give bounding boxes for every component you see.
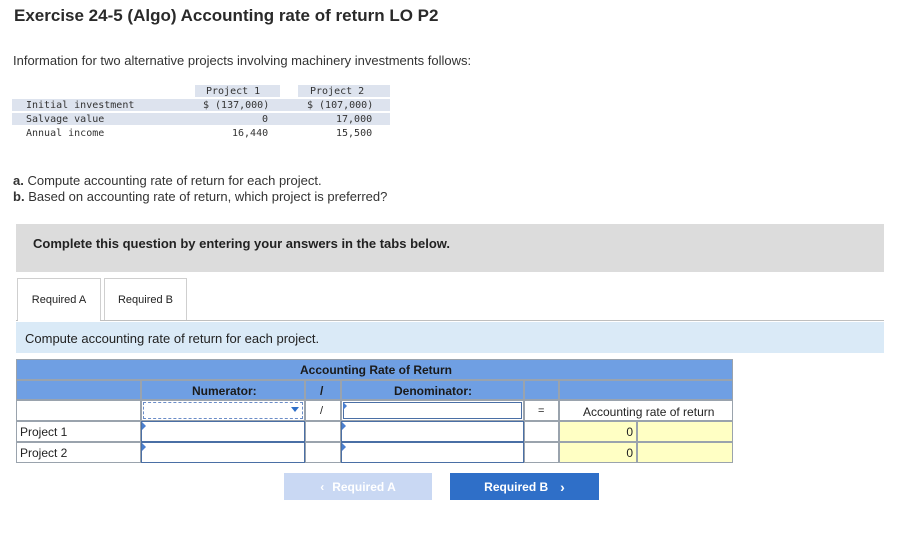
row-slash: / <box>320 405 324 417</box>
input-marker-icon <box>343 402 347 410</box>
project1-denominator-input[interactable] <box>341 421 524 442</box>
question-b-letter: b. <box>13 189 25 204</box>
info-value: 0 <box>262 114 269 125</box>
denominator-select[interactable] <box>343 402 522 419</box>
equals-sign: = <box>538 405 545 417</box>
next-required-b-button[interactable]: Required B › <box>450 473 599 500</box>
project1-result: 0 <box>626 425 633 439</box>
question-b: b. Based on accounting rate of return, w… <box>13 189 387 204</box>
info-value: 17,000 <box>336 114 373 125</box>
question-a-letter: a. <box>13 173 24 188</box>
numerator-label: Numerator: <box>192 384 257 398</box>
info-value: $ (107,000) <box>307 100 374 111</box>
chevron-left-icon: ‹ <box>320 479 325 494</box>
empty-cell <box>305 442 341 463</box>
instruction-text: Compute accounting rate of return for ea… <box>25 331 320 346</box>
instructions-banner-text: Complete this question by entering your … <box>33 236 451 251</box>
empty-cell <box>305 421 341 442</box>
header-cell <box>524 380 559 400</box>
tab-label: Required B <box>117 293 174 306</box>
info-header-project1: Project 1 <box>206 86 261 97</box>
empty-cell <box>524 442 559 463</box>
tab-divider <box>16 320 884 321</box>
answer-table-title: Accounting Rate of Return <box>300 363 452 377</box>
info-header-project2: Project 2 <box>310 86 365 97</box>
info-value: 15,500 <box>336 128 373 139</box>
project1-numerator-input[interactable] <box>141 421 305 442</box>
tab-required-b[interactable]: Required B <box>104 278 187 320</box>
prev-button-label: Required A <box>332 479 396 494</box>
result-label: Accounting rate of return <box>583 405 715 419</box>
project2-result-suffix-cell <box>637 442 733 463</box>
page-title: Exercise 24-5 (Algo) Accounting rate of … <box>14 6 439 25</box>
header-slash: / <box>320 384 324 398</box>
empty-cell <box>524 421 559 442</box>
numerator-select[interactable] <box>143 402 303 419</box>
header-cell <box>559 380 733 400</box>
input-marker-icon <box>142 443 146 451</box>
question-a-text: Compute accounting rate of return for ea… <box>27 173 322 188</box>
info-label: Initial investment <box>26 100 135 111</box>
prev-required-a-button[interactable]: ‹ Required A <box>284 473 432 500</box>
chevron-right-icon: › <box>560 478 565 495</box>
info-value: 16,440 <box>232 128 269 139</box>
input-marker-icon <box>342 443 346 451</box>
denominator-label: Denominator: <box>394 384 472 398</box>
project2-result: 0 <box>626 446 633 460</box>
info-value: $ (137,000) <box>203 100 270 111</box>
tab-label: Required A <box>31 293 87 306</box>
info-label: Annual income <box>26 128 105 139</box>
project1-result-suffix-cell <box>637 421 733 442</box>
table-row-label: Project 1 <box>20 425 68 439</box>
project2-numerator-input[interactable] <box>141 442 305 463</box>
project2-denominator-input[interactable] <box>341 442 524 463</box>
question-b-text: Based on accounting rate of return, whic… <box>28 189 388 204</box>
input-marker-icon <box>342 422 346 430</box>
next-button-label: Required B <box>484 479 549 494</box>
tab-required-a[interactable]: Required A <box>17 278 101 320</box>
chevron-down-icon <box>291 407 299 412</box>
input-marker-icon <box>142 422 146 430</box>
info-label: Salvage value <box>26 114 105 125</box>
empty-cell <box>16 400 141 421</box>
header-cell <box>16 380 141 400</box>
intro-text: Information for two alternative projects… <box>13 53 472 68</box>
question-a: a. Compute accounting rate of return for… <box>13 173 322 188</box>
table-row-label: Project 2 <box>20 446 68 460</box>
